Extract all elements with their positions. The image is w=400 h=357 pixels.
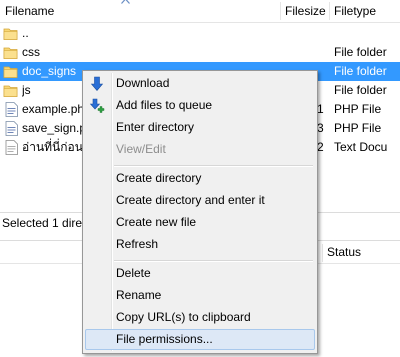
sort-ascending-icon (121, 0, 130, 4)
menu-item-label: Enter directory (116, 120, 195, 134)
menu-item-download[interactable]: Download (85, 73, 315, 94)
menu-item-label: Create directory and enter it (116, 193, 265, 207)
column-header-filetype[interactable]: Filetype (334, 0, 376, 22)
column-divider[interactable] (329, 2, 330, 20)
file-name: example.ph (22, 102, 85, 116)
file-type: File folder (334, 83, 387, 97)
menu-item-add-to-queue[interactable]: Add files to queue (85, 95, 315, 116)
download-arrow-icon (90, 76, 104, 91)
menu-item-copy-url[interactable]: Copy URL(s) to clipboard (85, 307, 315, 328)
menu-item-rename[interactable]: Rename (85, 285, 315, 306)
menu-item-label: Create directory (116, 171, 202, 185)
menu-item-label: Copy URL(s) to clipboard (116, 310, 251, 324)
menu-item-label: Download (116, 76, 170, 90)
file-type: Text Docu (334, 140, 388, 154)
file-type: PHP File (334, 121, 382, 135)
folder-icon (3, 47, 18, 59)
menu-item-delete[interactable]: Delete (85, 263, 315, 284)
file-name: js (22, 83, 31, 97)
column-divider[interactable] (280, 2, 281, 20)
column-divider[interactable] (322, 244, 323, 262)
column-header-status[interactable]: Status (327, 241, 361, 264)
menu-item-create-new-file[interactable]: Create new file (85, 212, 315, 233)
file-size: 3 (317, 121, 324, 135)
menu-item-enter-directory[interactable]: Enter directory (85, 117, 315, 138)
menu-item-view-edit: View/Edit (85, 139, 315, 160)
file-name: save_sign.p (22, 121, 86, 135)
menu-item-label: File permissions... (116, 332, 213, 346)
file-list-header: Filename Filesize Filetype (0, 0, 400, 23)
file-name: doc_signs (22, 64, 77, 78)
menu-separator (114, 166, 313, 167)
column-header-filesize[interactable]: Filesize (285, 0, 326, 22)
file-name: อ่านที่นี่ก่อน.t (22, 140, 86, 154)
file-row[interactable]: css File folder (0, 43, 400, 62)
file-name: .. (22, 26, 29, 40)
menu-item-create-directory[interactable]: Create directory (85, 168, 315, 189)
php-file-icon (5, 102, 18, 117)
menu-separator (114, 261, 313, 262)
menu-item-refresh[interactable]: Refresh (85, 234, 315, 255)
selection-status-text: Selected 1 direc (2, 216, 89, 230)
file-size: 2 (317, 140, 324, 154)
folder-icon (3, 66, 18, 78)
menu-item-label: Create new file (116, 215, 197, 229)
menu-item-label: View/Edit (116, 142, 166, 156)
menu-item-label: Rename (116, 288, 162, 302)
php-file-icon (5, 121, 18, 136)
add-to-queue-icon (89, 98, 105, 113)
file-row[interactable]: .. (0, 24, 400, 43)
menu-item-create-directory-enter[interactable]: Create directory and enter it (85, 190, 315, 211)
menu-item-label: Add files to queue (116, 98, 213, 112)
context-menu: Download Add files to queue Enter direct… (82, 70, 318, 354)
file-type: File folder (334, 45, 387, 59)
folder-icon (3, 85, 18, 97)
file-type: File folder (334, 64, 387, 78)
menu-item-label: Refresh (116, 237, 159, 251)
file-type: PHP File (334, 102, 382, 116)
text-file-icon (5, 140, 18, 155)
file-size: 1 (317, 102, 324, 116)
folder-icon (3, 28, 18, 40)
column-header-filename[interactable]: Filename (5, 0, 54, 22)
file-name: css (22, 45, 40, 59)
menu-item-file-permissions[interactable]: File permissions... (85, 329, 315, 350)
menu-item-label: Delete (116, 266, 151, 280)
